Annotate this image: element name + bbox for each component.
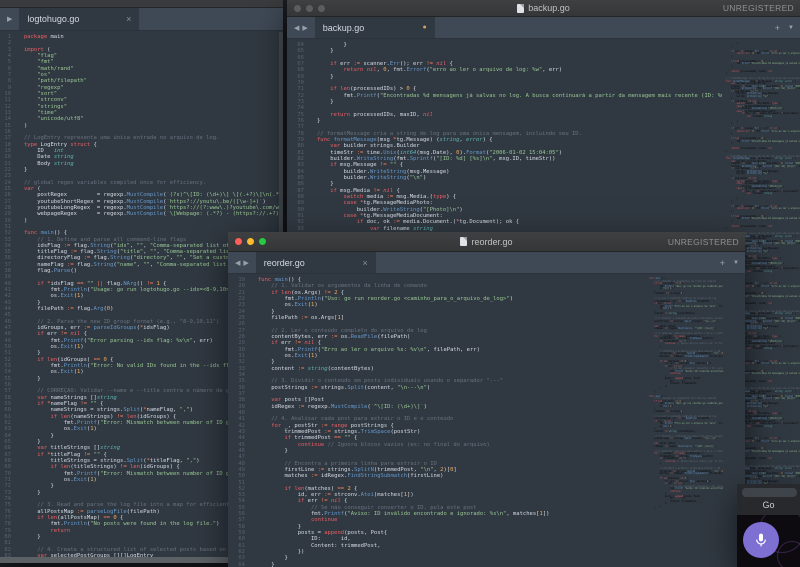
decorative-swirl	[777, 541, 800, 567]
line-number-gutter: 1234567891011121314151617181920212223242…	[0, 32, 16, 557]
unregistered-badge: UNREGISTERED	[668, 237, 739, 247]
tab-label: backup.go	[323, 23, 365, 33]
document-icon	[460, 237, 467, 246]
code-line: }	[258, 562, 645, 567]
line-number-gutter: 1920212223242526272829303132333435363738…	[228, 275, 250, 567]
back-icon[interactable]: ◀	[294, 24, 299, 32]
modified-dot-icon[interactable]: ●	[423, 24, 427, 31]
window-reorder: reorder.go UNREGISTERED ◀ ▶ reorder.go ×…	[228, 232, 745, 567]
window-title-bar[interactable]: backup.go UNREGISTERED	[287, 0, 800, 17]
assistant-panel: Go	[737, 484, 800, 567]
tab-label: reorder.go	[264, 258, 305, 268]
new-tab-icon[interactable]: +	[720, 258, 725, 268]
go-button[interactable]: Go	[737, 500, 800, 510]
code-lines: func main() { // 1. Validar os argumento…	[250, 275, 645, 567]
tab-bar: ◀ ▶ backup.go ● + ▼	[287, 17, 800, 39]
assistant-input[interactable]	[742, 488, 797, 497]
forward-icon[interactable]: ▶	[7, 15, 12, 23]
forward-icon[interactable]: ▶	[302, 24, 307, 32]
tab-bar: ▶ logtohugo.go ×	[0, 8, 283, 31]
assistant-toolbar: Go	[737, 484, 800, 515]
forward-icon[interactable]: ▶	[243, 259, 248, 267]
code-line: var filename string	[317, 226, 722, 232]
new-tab-icon[interactable]: +	[775, 23, 780, 33]
tab-logtohugo[interactable]: logtohugo.go ×	[19, 8, 139, 30]
window-title-bar[interactable]	[0, 0, 283, 8]
back-icon[interactable]: ◀	[235, 259, 240, 267]
minimap[interactable]: func main() { // 1. Validar os argumento…	[645, 275, 723, 567]
overflow-menu-icon[interactable]: ▼	[788, 25, 794, 31]
tab-backup[interactable]: backup.go ●	[315, 17, 435, 38]
overflow-menu-icon[interactable]: ▼	[733, 260, 739, 266]
tab-reorder[interactable]: reorder.go ×	[256, 252, 376, 273]
tab-bar: ◀ ▶ reorder.go × + ▼	[228, 252, 745, 274]
code-line: webpageRegex = regexp.MustCompile(`\[Web…	[24, 211, 283, 217]
microphone-icon	[753, 532, 769, 548]
assistant-voice-area	[737, 515, 800, 567]
tab-label: logtohugo.go	[27, 14, 79, 24]
code-line: fmt.Printf("Encontradas %d mensagens já …	[317, 93, 722, 99]
window-title-bar[interactable]: reorder.go UNREGISTERED	[228, 232, 745, 252]
microphone-button[interactable]	[743, 522, 779, 558]
unregistered-badge: UNREGISTERED	[723, 3, 794, 13]
close-icon[interactable]: ×	[363, 258, 368, 268]
document-icon	[517, 4, 524, 13]
close-icon[interactable]: ×	[126, 14, 131, 24]
